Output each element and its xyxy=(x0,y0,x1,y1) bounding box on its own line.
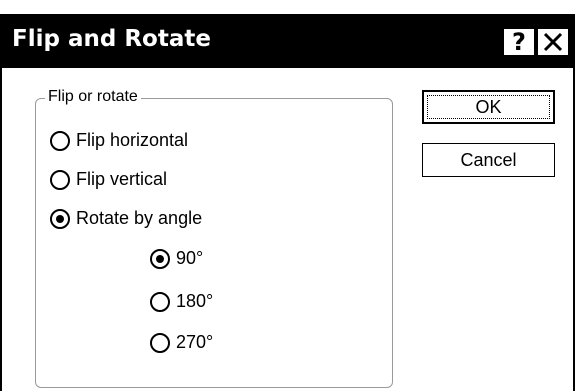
ok-button-label: OK xyxy=(475,96,502,117)
title-bar[interactable]: Flip and Rotate ? xyxy=(2,16,573,68)
cancel-button[interactable]: Cancel xyxy=(422,143,555,177)
close-icon xyxy=(543,32,563,52)
close-button[interactable] xyxy=(536,27,570,57)
radio-flip-vertical[interactable]: Flip vertical xyxy=(50,169,167,190)
ok-button[interactable]: OK xyxy=(422,90,555,124)
radio-circle-selected xyxy=(150,248,170,269)
dialog-body: Flip or rotate Flip horizontal Flip vert… xyxy=(2,68,573,391)
radio-label: 270° xyxy=(176,332,214,352)
radio-angle-270[interactable]: 270° xyxy=(150,332,213,353)
radio-circle xyxy=(50,169,70,190)
radio-circle xyxy=(50,130,70,151)
radio-label: Rotate by angle xyxy=(76,208,203,228)
radio-label: Flip vertical xyxy=(76,169,168,189)
radio-flip-horizontal[interactable]: Flip horizontal xyxy=(50,130,188,151)
radio-circle xyxy=(150,332,170,353)
radio-circle-selected xyxy=(50,208,70,229)
radio-circle xyxy=(150,291,170,312)
radio-label: 180° xyxy=(176,291,214,311)
help-button[interactable]: ? xyxy=(502,27,536,57)
window-title: Flip and Rotate xyxy=(12,26,211,52)
group-label: Flip or rotate xyxy=(45,88,141,106)
help-icon: ? xyxy=(512,28,526,56)
radio-label: Flip horizontal xyxy=(76,130,189,150)
radio-angle-90[interactable]: 90° xyxy=(150,248,203,269)
radio-angle-180[interactable]: 180° xyxy=(150,291,213,312)
radio-label: 90° xyxy=(176,248,204,268)
radio-rotate-by-angle[interactable]: Rotate by angle xyxy=(50,208,202,229)
cancel-button-label: Cancel xyxy=(460,149,517,170)
flip-rotate-dialog: Flip and Rotate ? Flip or rotate Flip ho… xyxy=(0,14,575,391)
